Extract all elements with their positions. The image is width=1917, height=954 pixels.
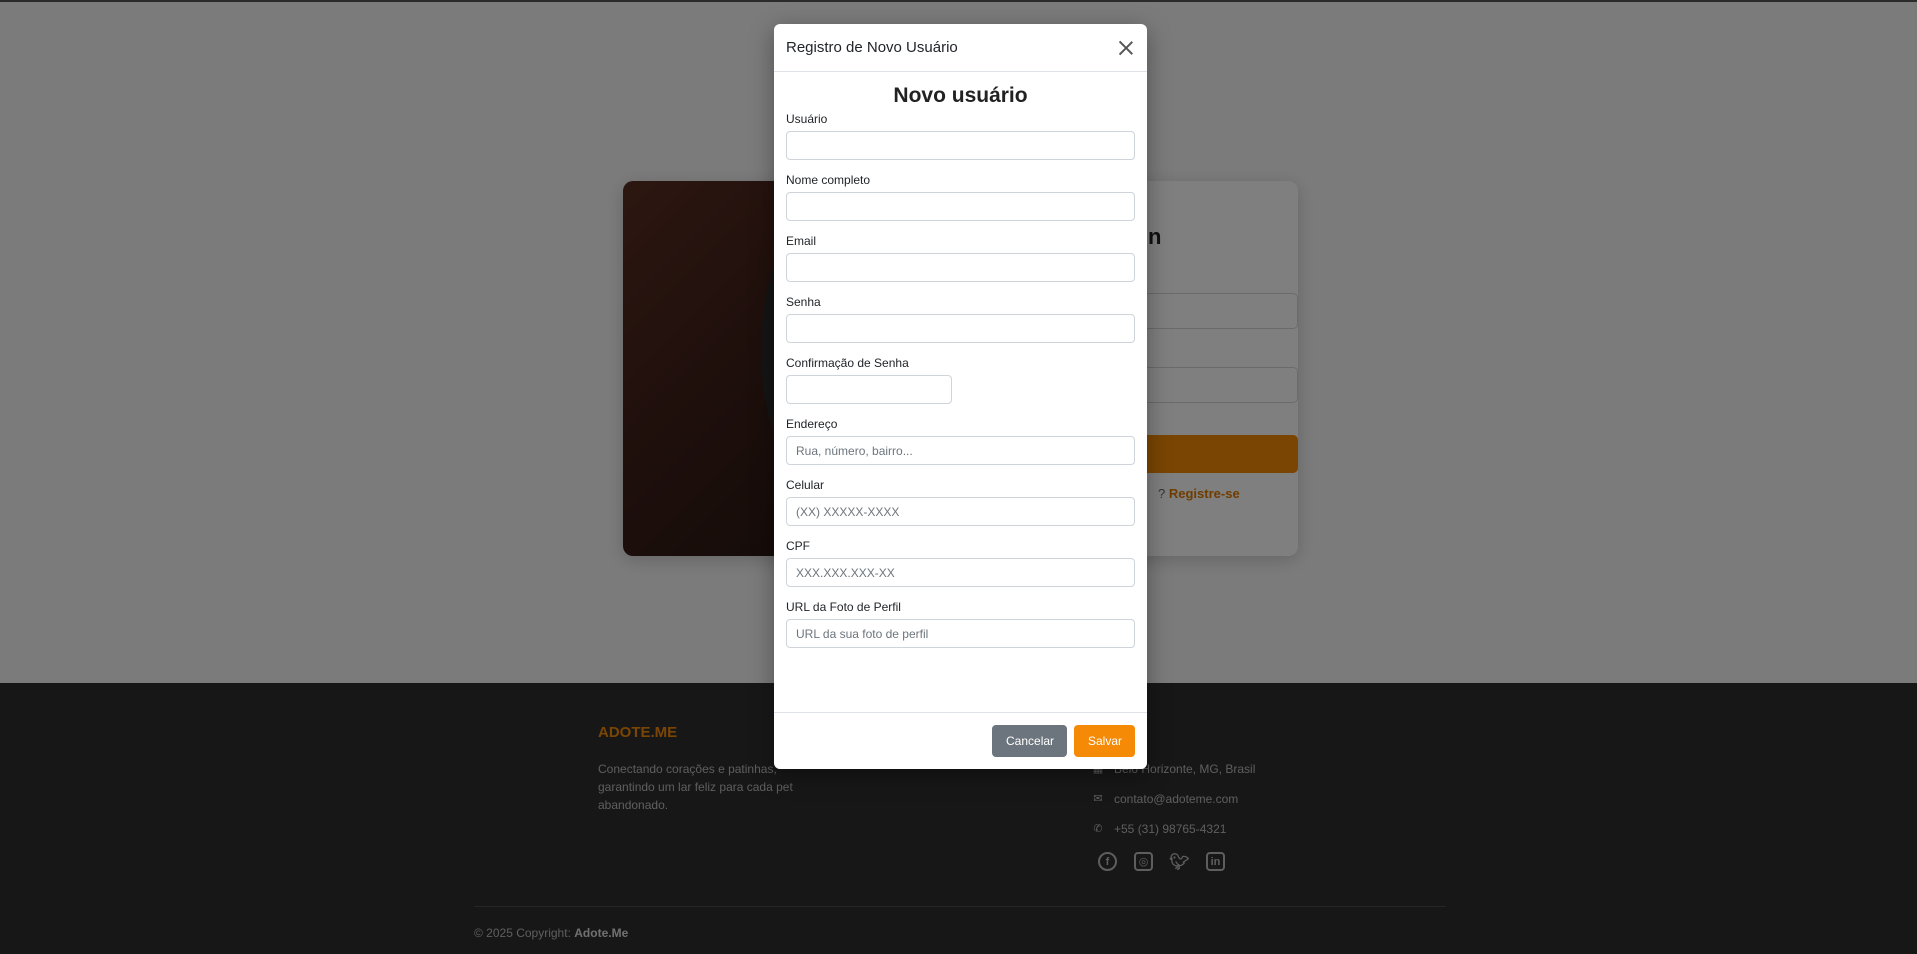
modal-footer: Cancelar Salvar: [774, 712, 1147, 769]
confirmacao-label: Confirmação de Senha: [786, 356, 909, 370]
field-nome: Nome completo: [786, 173, 1135, 221]
modal-body: Novo usuário Usuário Nome completo Email…: [774, 72, 1147, 648]
nome-input[interactable]: [786, 192, 1135, 221]
field-endereco: Endereço: [786, 417, 1135, 465]
field-foto: URL da Foto de Perfil: [786, 600, 1135, 648]
field-email: Email: [786, 234, 1135, 282]
field-senha: Senha: [786, 295, 1135, 343]
endereco-label: Endereço: [786, 417, 838, 431]
field-confirmacao: Confirmação de Senha: [786, 356, 1135, 404]
cpf-label: CPF: [786, 539, 810, 553]
modal-header: Registro de Novo Usuário: [774, 24, 1147, 72]
field-usuario: Usuário: [786, 112, 1135, 160]
usuario-label: Usuário: [786, 112, 828, 126]
confirmacao-input[interactable]: [786, 375, 952, 404]
modal-title: Registro de Novo Usuário: [786, 39, 958, 56]
close-icon[interactable]: [1117, 39, 1135, 57]
form-heading: Novo usuário: [893, 84, 1028, 107]
register-modal: Registro de Novo Usuário Novo usuário Us…: [774, 24, 1147, 769]
field-celular: Celular: [786, 478, 1135, 526]
field-cpf: CPF: [786, 539, 1135, 587]
nome-label: Nome completo: [786, 173, 871, 187]
save-button[interactable]: Salvar: [1074, 725, 1135, 757]
celular-label: Celular: [786, 478, 825, 492]
celular-input[interactable]: [786, 497, 1135, 526]
cpf-input[interactable]: [786, 558, 1135, 587]
cancel-button[interactable]: Cancelar: [992, 725, 1067, 757]
usuario-input[interactable]: [786, 131, 1135, 160]
senha-input[interactable]: [786, 314, 1135, 343]
endereco-input[interactable]: [786, 436, 1135, 465]
senha-label: Senha: [786, 295, 821, 309]
foto-label: URL da Foto de Perfil: [786, 600, 901, 614]
foto-input[interactable]: [786, 619, 1135, 648]
email-label: Email: [786, 234, 817, 248]
email-input[interactable]: [786, 253, 1135, 282]
